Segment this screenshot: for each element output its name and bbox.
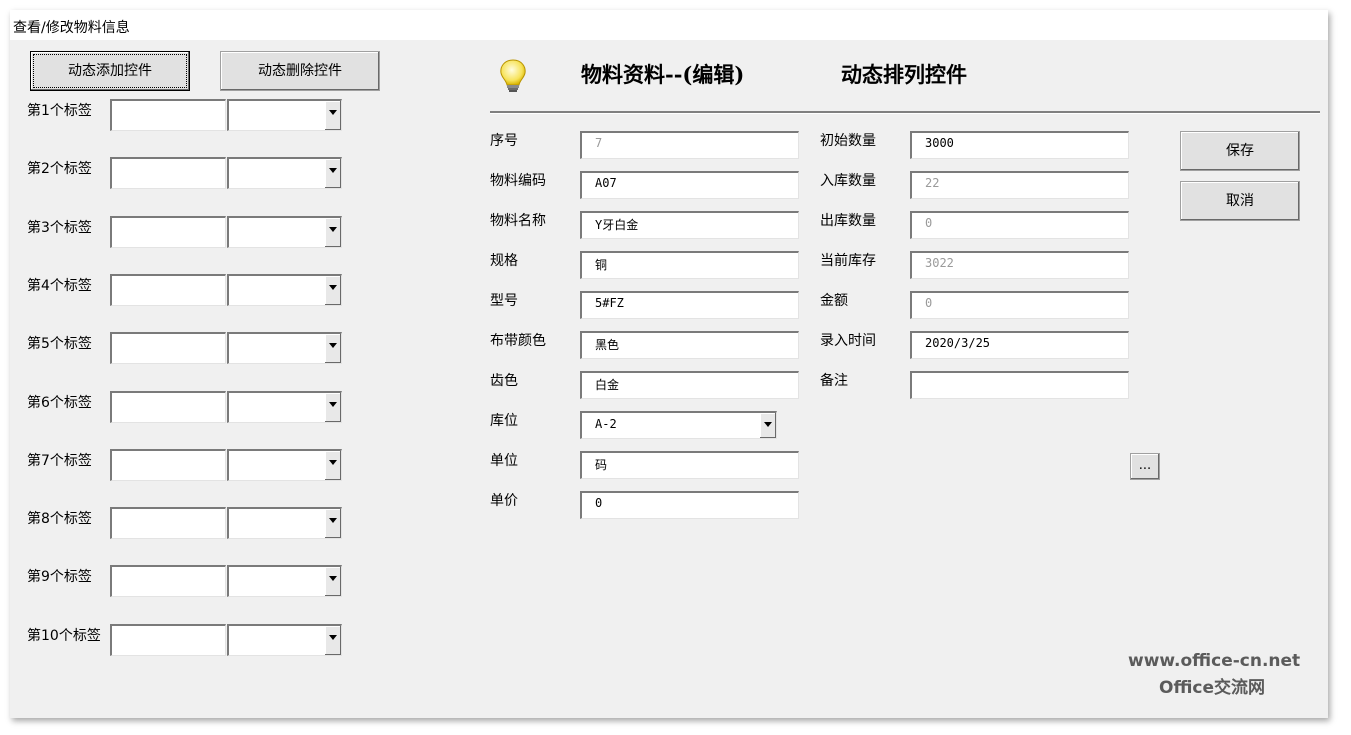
row-textbox[interactable] [110, 215, 226, 248]
row-label: 第6个标签 [27, 394, 92, 411]
field-label: 齿色 [490, 373, 518, 389]
location-combobox[interactable]: A-2 [580, 411, 777, 439]
field-input[interactable]: 0 [580, 491, 799, 519]
form-window: 查看/修改物料信息 动态添加控件 动态删除控件 第1个标签第2个标签第3个标签第… [10, 10, 1328, 718]
header-separator [490, 111, 1320, 114]
row-textbox[interactable] [110, 390, 226, 423]
field-label: 规格 [490, 253, 518, 269]
field-input[interactable]: 白金 [580, 371, 799, 399]
field-input[interactable]: 22 [910, 171, 1129, 199]
row-combobox[interactable] [227, 273, 342, 306]
watermark-name: Office交流网 [1159, 678, 1266, 698]
field-input[interactable]: 7 [580, 131, 799, 159]
row-textbox[interactable] [110, 507, 226, 540]
browse-button[interactable]: ... [1130, 453, 1160, 480]
field-input[interactable]: 黑色 [580, 331, 799, 359]
field-input[interactable]: A07 [580, 171, 799, 199]
chevron-down-icon[interactable] [324, 159, 341, 189]
row-combobox[interactable] [227, 565, 342, 598]
field-input[interactable]: 0 [910, 211, 1129, 239]
row-textbox[interactable] [110, 332, 226, 365]
row-combobox[interactable] [227, 157, 342, 190]
field-input[interactable]: 2020/3/25 [910, 331, 1129, 359]
row-combobox[interactable] [227, 390, 342, 423]
field-label: 单位 [490, 453, 518, 469]
row-label: 第8个标签 [27, 511, 92, 528]
field-input[interactable]: 0 [910, 291, 1129, 319]
form-title: 物料资料--(编辑) [581, 62, 745, 87]
field-label: 出库数量 [820, 213, 876, 229]
row-label: 第9个标签 [27, 569, 92, 586]
row-textbox[interactable] [110, 623, 226, 656]
field-input[interactable] [910, 371, 1129, 399]
add-controls-button[interactable]: 动态添加控件 [30, 51, 190, 91]
save-button[interactable]: 保存 [1180, 131, 1300, 171]
field-input[interactable]: 3022 [910, 251, 1129, 279]
delete-controls-button[interactable]: 动态删除控件 [220, 51, 380, 91]
field-label: 单价 [490, 493, 518, 509]
field-label: 初始数量 [820, 133, 876, 149]
field-label: 录入时间 [820, 333, 876, 349]
row-label: 第2个标签 [27, 161, 92, 178]
row-label: 第7个标签 [27, 452, 92, 469]
chevron-down-icon[interactable] [324, 392, 341, 422]
row-label: 第1个标签 [27, 103, 92, 119]
chevron-down-icon[interactable] [324, 567, 341, 597]
row-label: 第3个标签 [27, 219, 92, 236]
field-label: 序号 [490, 133, 518, 149]
field-label: 入库数量 [820, 173, 876, 189]
field-input[interactable]: 5#FZ [580, 291, 799, 319]
field-label: 型号 [490, 293, 518, 309]
row-textbox[interactable] [110, 99, 226, 131]
row-textbox[interactable] [110, 273, 226, 306]
field-label: 物料编码 [490, 173, 546, 189]
field-label: 备注 [820, 373, 848, 389]
row-textbox[interactable] [110, 448, 226, 481]
chevron-down-icon[interactable] [324, 275, 341, 305]
row-textbox[interactable] [110, 157, 226, 190]
field-label: 库位 [490, 413, 518, 429]
field-label: 物料名称 [490, 213, 546, 229]
lightbulb-icon [500, 59, 526, 92]
row-textbox[interactable] [110, 565, 226, 598]
row-combobox[interactable] [227, 507, 342, 540]
combobox-value: A-2 [595, 417, 617, 431]
field-label: 当前库存 [820, 253, 876, 269]
row-label: 第4个标签 [27, 277, 92, 294]
field-label: 布带颜色 [490, 333, 546, 349]
title-bar: 查看/修改物料信息 [10, 10, 1328, 40]
chevron-down-icon[interactable] [324, 217, 341, 247]
chevron-down-icon[interactable] [324, 450, 341, 480]
field-label: 金额 [820, 293, 848, 309]
row-combobox[interactable] [227, 448, 342, 481]
form-subtitle: 动态排列控件 [841, 62, 967, 87]
row-combobox[interactable] [227, 332, 342, 365]
row-label: 第10个标签 [27, 627, 101, 644]
cancel-button[interactable]: 取消 [1180, 181, 1300, 221]
row-combobox[interactable] [227, 215, 342, 248]
chevron-down-icon[interactable] [324, 101, 341, 130]
row-combobox[interactable] [227, 99, 342, 131]
watermark-url: www.office-cn.net [1128, 651, 1301, 671]
window-title: 查看/修改物料信息 [13, 20, 130, 36]
field-input[interactable]: 铜 [580, 251, 799, 279]
row-label: 第5个标签 [27, 336, 92, 353]
chevron-down-icon[interactable] [324, 334, 341, 364]
chevron-down-icon[interactable] [324, 625, 341, 655]
chevron-down-icon[interactable] [759, 413, 776, 438]
field-input[interactable]: 3000 [910, 131, 1129, 159]
field-input[interactable]: Y牙白金 [580, 211, 799, 239]
field-input[interactable]: 码 [580, 451, 799, 479]
row-combobox[interactable] [227, 623, 342, 656]
chevron-down-icon[interactable] [324, 509, 341, 539]
